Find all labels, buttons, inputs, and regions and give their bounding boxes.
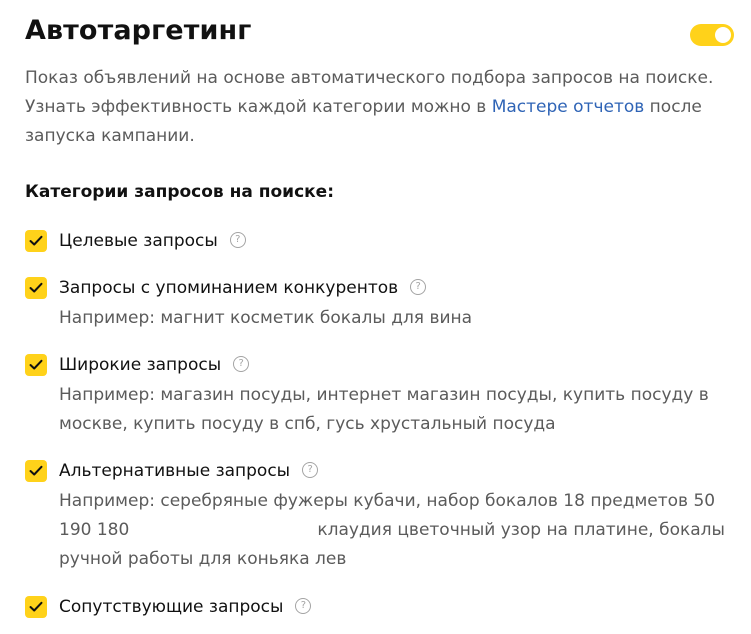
related-queries-checkbox[interactable] <box>25 596 47 618</box>
help-icon[interactable]: ? <box>233 355 250 372</box>
help-icon[interactable]: ? <box>295 597 312 614</box>
report-wizard-link[interactable]: Мастере отчетов <box>492 97 645 117</box>
alternative-example-part2: клаудия цветочный узор на платине, бокал… <box>59 520 725 569</box>
broad-queries-example: Например: магазин посуды, интернет магаз… <box>59 385 709 434</box>
alternative-queries-checkbox[interactable] <box>25 460 47 482</box>
help-icon[interactable]: ? <box>302 461 319 478</box>
competitor-queries-checkbox[interactable] <box>25 277 47 299</box>
autotargeting-panel: Автотаргетинг Показ объявлений на основе… <box>0 0 751 634</box>
help-icon[interactable]: ? <box>229 231 246 248</box>
target-queries-label: Целевые запросы <box>59 231 218 251</box>
alternative-queries-example: Например: серебряные фужеры кубачи, набо… <box>59 487 729 574</box>
help-icon[interactable]: ? <box>410 278 427 295</box>
competitor-queries-label: Запросы с упоминанием конкурентов <box>59 278 399 298</box>
broad-queries-checkbox[interactable] <box>25 354 47 376</box>
toggle-knob <box>715 27 731 43</box>
checkmark-icon <box>29 282 43 293</box>
categories-title: Категории запросов на поиске: <box>25 182 335 202</box>
broad-queries-label: Широкие запросы <box>59 355 222 375</box>
checkmark-icon <box>29 465 43 476</box>
checkmark-icon <box>29 359 43 370</box>
autotargeting-description: Показ объявлений на основе автоматическо… <box>25 64 725 151</box>
checkmark-icon <box>29 235 43 246</box>
related-queries-label: Сопутствующие запросы <box>59 597 284 617</box>
checkmark-icon <box>29 601 43 612</box>
autotargeting-title: Автотаргетинг <box>25 15 252 46</box>
target-queries-checkbox[interactable] <box>25 230 47 252</box>
autotargeting-toggle[interactable] <box>690 24 734 46</box>
competitor-queries-example: Например: магнит косметик бокалы для вин… <box>59 308 473 328</box>
alternative-queries-label: Альтернативные запросы <box>59 461 291 481</box>
